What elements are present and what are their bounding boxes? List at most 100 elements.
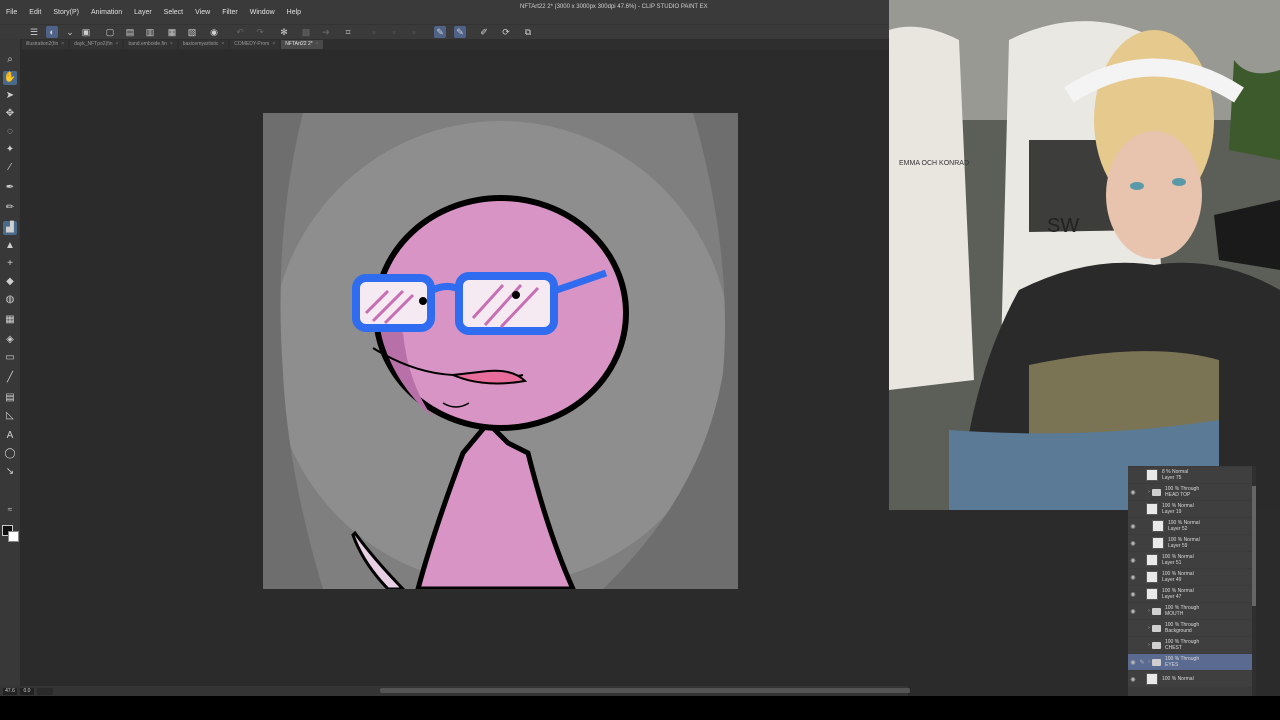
menu-layer[interactable]: Layer bbox=[128, 9, 158, 16]
menu-file[interactable]: File bbox=[0, 9, 23, 16]
tab-document[interactable]: basicemyartistic × bbox=[178, 40, 229, 49]
zoom-icon[interactable]: ⌕ bbox=[3, 53, 17, 67]
new-file-icon[interactable]: ▢ bbox=[104, 26, 116, 38]
copy-icon[interactable]: ⧉ bbox=[522, 26, 534, 38]
pen-icon[interactable]: ✒ bbox=[3, 181, 17, 195]
layer-scrollbar-thumb[interactable] bbox=[1252, 486, 1256, 606]
material-icon[interactable]: ▣ bbox=[80, 26, 92, 38]
edit-pen-icon[interactable]: ✐ bbox=[478, 26, 490, 38]
clear-icon[interactable]: ▩ bbox=[300, 26, 312, 38]
layer-row[interactable]: 8 % Normal Layer 75 bbox=[1128, 467, 1256, 483]
blend-icon[interactable]: ◍ bbox=[3, 293, 17, 307]
menu-window[interactable]: Window bbox=[244, 9, 281, 16]
menu-edit[interactable]: Edit bbox=[23, 9, 47, 16]
menu-story[interactable]: Story(P) bbox=[47, 9, 85, 16]
sub-color-swatch[interactable] bbox=[8, 531, 19, 542]
angle-slider[interactable] bbox=[37, 687, 53, 695]
move-icon[interactable]: ✥ bbox=[3, 107, 17, 121]
eyedropper-icon[interactable]: ⁄ bbox=[3, 161, 17, 175]
figure-icon[interactable]: ▭ bbox=[3, 351, 17, 365]
layer-row[interactable]: ◉ › 100 % Through HEAD TOP bbox=[1128, 484, 1256, 500]
hand-icon[interactable]: ✋ bbox=[3, 71, 17, 85]
menu-filter[interactable]: Filter bbox=[216, 9, 244, 16]
menu-animation[interactable]: Animation bbox=[85, 9, 128, 16]
clip-studio-icon[interactable]: ◉ bbox=[208, 26, 220, 38]
layer-row[interactable]: ◉ 100 % Normal Layer 59 bbox=[1128, 535, 1256, 551]
close-icon[interactable]: × bbox=[272, 41, 275, 47]
snap-ruler-icon[interactable]: ▫ bbox=[388, 26, 400, 38]
layer-row[interactable]: › 100 % Through CHEST bbox=[1128, 637, 1256, 653]
eye-icon[interactable]: ◉ bbox=[1128, 608, 1138, 615]
menu-view[interactable]: View bbox=[189, 9, 216, 16]
text-icon[interactable]: A bbox=[3, 429, 17, 443]
crop-icon[interactable]: ⌗ bbox=[342, 26, 354, 38]
eye-icon[interactable]: ◉ bbox=[1128, 489, 1138, 496]
eye-icon[interactable]: ◉ bbox=[1128, 591, 1138, 598]
undo-icon[interactable]: ↶ bbox=[234, 26, 246, 38]
gradient-icon[interactable]: ◈ bbox=[3, 333, 17, 347]
decoration-icon[interactable]: + bbox=[3, 257, 17, 271]
layer-row[interactable]: › 100 % Through Background bbox=[1128, 620, 1256, 636]
layer-row-selected[interactable]: ◉ ✎ › 100 % Through EYES bbox=[1128, 654, 1256, 670]
operation-icon[interactable]: ➤ bbox=[3, 89, 17, 103]
eye-icon[interactable]: ◉ bbox=[1128, 676, 1138, 683]
fill-icon[interactable]: ➔ bbox=[320, 26, 332, 38]
close-icon[interactable]: × bbox=[116, 41, 119, 47]
pen-pressure-icon[interactable]: ✎ bbox=[454, 26, 466, 38]
pencil-icon[interactable]: ✏ bbox=[3, 201, 17, 215]
pen-stabilizer-icon[interactable]: ✎ bbox=[434, 26, 446, 38]
layer-row[interactable]: ◉ › 100 % Through MOUTH bbox=[1128, 603, 1256, 619]
sub-tool-icon[interactable]: ◐ bbox=[46, 26, 58, 38]
correct-line-icon[interactable]: ↘ bbox=[3, 465, 17, 479]
angle-field[interactable]: 0.0 bbox=[20, 687, 34, 695]
ruler-icon[interactable]: ◺ bbox=[3, 409, 17, 423]
menu-select[interactable]: Select bbox=[158, 9, 189, 16]
layer-scrollbar[interactable] bbox=[1252, 466, 1256, 696]
layer-row[interactable]: ◉ 100 % Normal Layer 52 bbox=[1128, 518, 1256, 534]
layer-row[interactable]: ◉ 100 % Normal Layer 51 bbox=[1128, 552, 1256, 568]
brush-icon[interactable]: ▟ bbox=[3, 221, 17, 235]
eye-icon[interactable]: ◉ bbox=[1128, 659, 1138, 666]
eraser-icon[interactable]: ◆ bbox=[3, 275, 17, 289]
tab-document[interactable]: dayk_NFTpo2(fin × bbox=[70, 40, 123, 49]
artwork-canvas[interactable] bbox=[263, 113, 738, 589]
chevron-down-icon[interactable]: ⌄ bbox=[64, 26, 76, 38]
rotate-icon[interactable]: ⟳ bbox=[500, 26, 512, 38]
tab-document[interactable]: COMEDY-Prom × bbox=[230, 40, 280, 49]
airbrush-icon[interactable]: ▲ bbox=[3, 239, 17, 253]
transparent-color-icon[interactable]: ≈ bbox=[3, 503, 17, 517]
eye-icon[interactable]: ◉ bbox=[1128, 574, 1138, 581]
frame-icon[interactable]: ▤ bbox=[3, 391, 17, 405]
tab-document[interactable]: illustration2(fin × bbox=[22, 40, 69, 49]
tab-document-active[interactable]: NFTArt22 2* × bbox=[281, 40, 323, 49]
close-icon[interactable]: × bbox=[221, 41, 224, 47]
layer-row[interactable]: ◉ 100 % Normal bbox=[1128, 671, 1256, 687]
open-file-icon[interactable]: ▤ bbox=[124, 26, 136, 38]
export-icon[interactable]: ▦ bbox=[166, 26, 178, 38]
zoom-field[interactable]: 47.6 bbox=[3, 687, 17, 695]
tab-document[interactable]: band.emboide.fin × bbox=[124, 40, 177, 49]
redo-icon[interactable]: ↷ bbox=[254, 26, 266, 38]
close-icon[interactable]: × bbox=[316, 41, 319, 47]
import-icon[interactable]: ▧ bbox=[186, 26, 198, 38]
close-icon[interactable]: × bbox=[61, 41, 64, 47]
hamburger-menu-icon[interactable]: ☰ bbox=[28, 26, 40, 38]
horizontal-scrollbar[interactable] bbox=[380, 688, 910, 693]
menu-help[interactable]: Help bbox=[281, 9, 307, 16]
settings-icon[interactable]: ✻ bbox=[278, 26, 290, 38]
eye-icon[interactable]: ◉ bbox=[1128, 557, 1138, 564]
magic-wand-icon[interactable]: ✦ bbox=[3, 143, 17, 157]
close-icon[interactable]: × bbox=[170, 41, 173, 47]
balloon-icon[interactable]: ◯ bbox=[3, 447, 17, 461]
layer-row[interactable]: ◉ 100 % Normal Layer 47 bbox=[1128, 586, 1256, 602]
layer-row[interactable]: 100 % Normal Layer 19 bbox=[1128, 501, 1256, 517]
eye-icon[interactable]: ◉ bbox=[1128, 540, 1138, 547]
snap-icon[interactable]: ▫ bbox=[368, 26, 380, 38]
fill-bucket-icon[interactable]: ▦ bbox=[3, 313, 17, 327]
snap-grid-icon[interactable]: ▫ bbox=[408, 26, 420, 38]
eye-icon[interactable]: ◉ bbox=[1128, 523, 1138, 530]
layer-row[interactable]: ◉ 100 % Normal Layer 49 bbox=[1128, 569, 1256, 585]
lasso-icon[interactable]: ◌ bbox=[3, 125, 17, 139]
line-icon[interactable]: ╱ bbox=[3, 371, 17, 385]
save-icon[interactable]: ▥ bbox=[144, 26, 156, 38]
